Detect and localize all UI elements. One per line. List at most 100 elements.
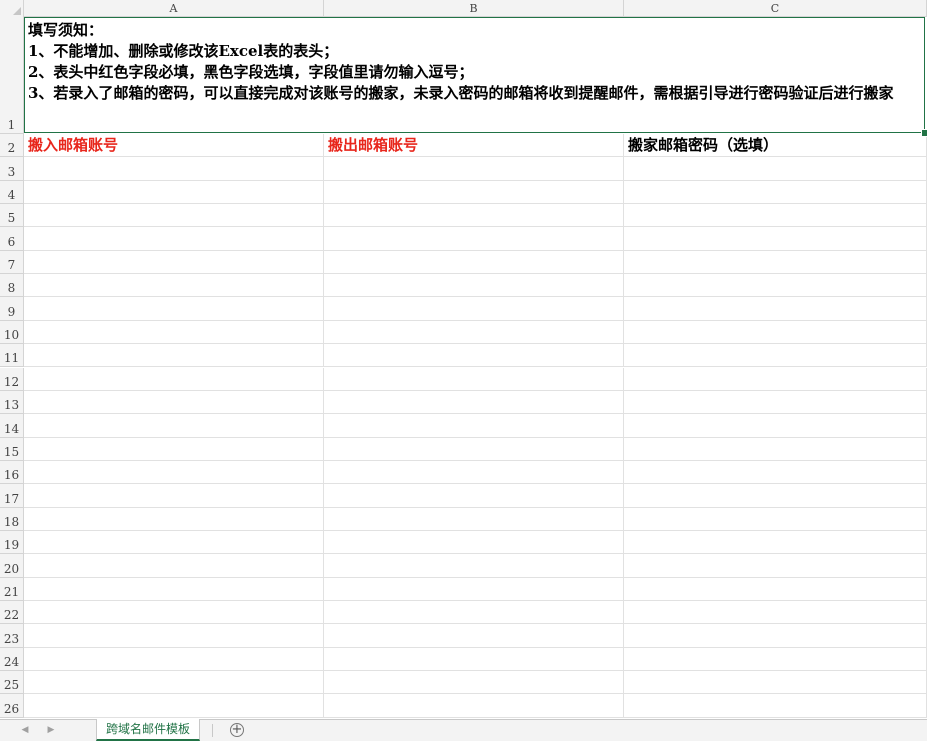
cell-a24[interactable]: [24, 647, 324, 671]
cell-b23[interactable]: [324, 624, 624, 647]
cell-b13[interactable]: [324, 390, 624, 414]
row-header-6[interactable]: 6: [0, 227, 24, 251]
row-header-7[interactable]: 7: [0, 250, 24, 275]
cell-c24[interactable]: [624, 647, 927, 671]
cell-a15[interactable]: [24, 437, 324, 460]
instructions-cell[interactable]: 填写须知： 1、不能增加、删除或修改该Excel表的表头； 2、表头中红色字段必…: [24, 17, 925, 133]
row-header-23[interactable]: 23: [0, 624, 24, 648]
cell-b15[interactable]: [324, 437, 624, 460]
cell-c16[interactable]: [624, 460, 927, 484]
row-header-10[interactable]: 10: [0, 320, 24, 345]
cell-a2[interactable]: 搬入邮箱账号: [24, 134, 324, 157]
row-header-12[interactable]: 12: [0, 367, 24, 391]
cell-c14[interactable]: [624, 414, 927, 437]
row-header-3[interactable]: 3: [0, 157, 24, 181]
row-header-9[interactable]: 9: [0, 297, 24, 321]
cell-b14[interactable]: [324, 414, 624, 437]
row-header-25[interactable]: 25: [0, 671, 24, 695]
cell-a8[interactable]: [24, 274, 324, 297]
cell-b2[interactable]: 搬出邮箱账号: [324, 134, 624, 157]
cell-a3[interactable]: [24, 157, 324, 180]
cell-c21[interactable]: [624, 577, 927, 600]
cell-c17[interactable]: [624, 484, 927, 507]
cell-b20[interactable]: [324, 554, 624, 577]
cell-b18[interactable]: [324, 507, 624, 530]
cell-c25[interactable]: [624, 671, 927, 694]
cell-b25[interactable]: [324, 671, 624, 694]
cell-a22[interactable]: [24, 601, 324, 624]
row-header-24[interactable]: 24: [0, 647, 24, 672]
cell-c11[interactable]: [624, 344, 927, 367]
row-header-4[interactable]: 4: [0, 180, 24, 205]
cell-c4[interactable]: [624, 180, 927, 204]
cell-b21[interactable]: [324, 577, 624, 600]
cell-b8[interactable]: [324, 274, 624, 297]
row-header-21[interactable]: 21: [0, 577, 24, 601]
cell-c18[interactable]: [624, 507, 927, 530]
cell-b17[interactable]: [324, 484, 624, 507]
cell-b4[interactable]: [324, 180, 624, 204]
cell-a13[interactable]: [24, 390, 324, 414]
cell-c20[interactable]: [624, 554, 927, 577]
cell-c22[interactable]: [624, 601, 927, 624]
row-header-2[interactable]: 2: [0, 134, 24, 158]
cell-a17[interactable]: [24, 484, 324, 507]
cell-a12[interactable]: [24, 367, 324, 390]
cell-c26[interactable]: [624, 694, 927, 717]
cell-c2[interactable]: 搬家邮箱密码（选填）: [624, 134, 927, 157]
cell-a16[interactable]: [24, 460, 324, 484]
row-header-26[interactable]: 26: [0, 694, 24, 718]
cell-c15[interactable]: [624, 437, 927, 460]
cell-a25[interactable]: [24, 671, 324, 694]
cell-a6[interactable]: [24, 227, 324, 250]
cell-b24[interactable]: [324, 647, 624, 671]
cell-c23[interactable]: [624, 624, 927, 647]
cell-a19[interactable]: [24, 530, 324, 554]
cell-b26[interactable]: [324, 694, 624, 717]
cell-a20[interactable]: [24, 554, 324, 577]
cell-b16[interactable]: [324, 460, 624, 484]
column-header-b[interactable]: B: [324, 0, 624, 17]
cell-c10[interactable]: [624, 320, 927, 344]
column-header-a[interactable]: A: [24, 0, 324, 17]
row-header-18[interactable]: 18: [0, 507, 24, 531]
row-header-19[interactable]: 19: [0, 530, 24, 555]
row-header-1[interactable]: 1: [0, 17, 24, 134]
cell-a5[interactable]: [24, 204, 324, 227]
row-header-14[interactable]: 14: [0, 414, 24, 438]
cell-c9[interactable]: [624, 297, 927, 320]
cell-b9[interactable]: [324, 297, 624, 320]
row-header-22[interactable]: 22: [0, 601, 24, 625]
cell-a26[interactable]: [24, 694, 324, 717]
row-header-13[interactable]: 13: [0, 390, 24, 415]
cell-a14[interactable]: [24, 414, 324, 437]
select-all-corner[interactable]: [0, 0, 24, 17]
cell-c12[interactable]: [624, 367, 927, 390]
cell-b22[interactable]: [324, 601, 624, 624]
cell-b19[interactable]: [324, 530, 624, 554]
cell-a4[interactable]: [24, 180, 324, 204]
row-header-11[interactable]: 11: [0, 344, 24, 368]
cell-a10[interactable]: [24, 320, 324, 344]
cell-a9[interactable]: [24, 297, 324, 320]
cell-c5[interactable]: [624, 204, 927, 227]
cell-b7[interactable]: [324, 250, 624, 274]
row-header-17[interactable]: 17: [0, 484, 24, 508]
sheet-tab-active[interactable]: 跨域名邮件模板: [96, 719, 200, 741]
row-header-20[interactable]: 20: [0, 554, 24, 578]
cell-a7[interactable]: [24, 250, 324, 274]
cell-a21[interactable]: [24, 577, 324, 600]
cell-c8[interactable]: [624, 274, 927, 297]
row-header-5[interactable]: 5: [0, 204, 24, 228]
cell-c19[interactable]: [624, 530, 927, 554]
row-header-8[interactable]: 8: [0, 274, 24, 298]
plus-circle-icon[interactable]: +: [230, 723, 244, 737]
cell-b12[interactable]: [324, 367, 624, 390]
cell-a11[interactable]: [24, 344, 324, 367]
row-header-15[interactable]: 15: [0, 437, 24, 461]
fill-handle[interactable]: [921, 129, 927, 137]
cell-b3[interactable]: [324, 157, 624, 180]
cell-b6[interactable]: [324, 227, 624, 250]
cell-c7[interactable]: [624, 250, 927, 274]
cell-c13[interactable]: [624, 390, 927, 414]
